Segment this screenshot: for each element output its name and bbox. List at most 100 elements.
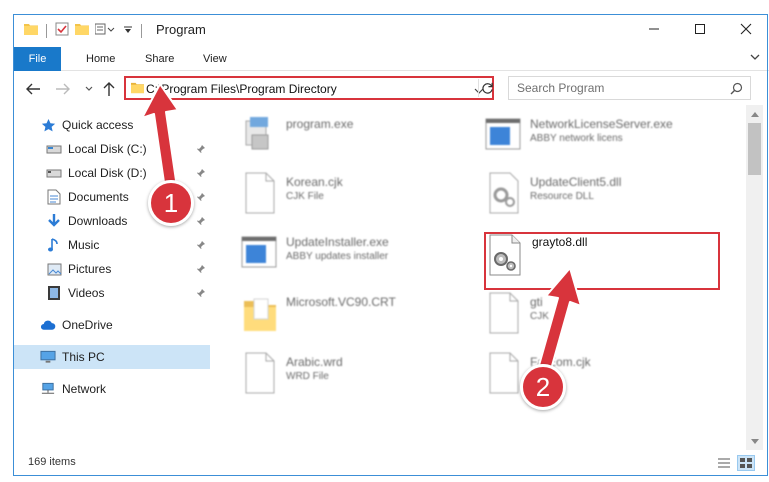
address-row: C:\Program Files\Program Directory (14, 72, 769, 105)
pin-icon[interactable] (196, 191, 206, 205)
file-type: ABBY updates installer (286, 251, 389, 262)
file-name: Microsoft.VC90.CRT (286, 295, 396, 309)
nav-local-disk-c[interactable]: Local Disk (C:) (14, 137, 210, 161)
properties-icon[interactable] (55, 22, 69, 39)
nav-videos[interactable]: Videos (14, 281, 210, 305)
list-item[interactable]: program.exe (240, 111, 480, 161)
tab-view[interactable]: View (203, 47, 227, 71)
view-switcher (715, 455, 755, 471)
folder-icon (240, 291, 280, 335)
nav-label: Documents (68, 190, 129, 204)
nav-label: OneDrive (62, 318, 113, 332)
exe-icon (240, 113, 280, 157)
address-bar[interactable]: C:\Program Files\Program Directory (124, 76, 494, 100)
nav-this-pc[interactable]: This PC (14, 345, 210, 369)
folder-icon (131, 81, 144, 97)
nav-label: Local Disk (D:) (68, 166, 147, 180)
blank-file-icon (240, 171, 280, 215)
nav-quick-access[interactable]: Quick access (14, 113, 210, 137)
blank-file-icon (484, 351, 524, 395)
music-icon (46, 237, 62, 253)
pin-icon[interactable] (196, 167, 206, 181)
file-name: UpdateClient5.dll (530, 175, 622, 189)
list-item[interactable]: Korean.cjk CJK File (240, 169, 480, 219)
tiles-view-button[interactable] (737, 455, 755, 471)
list-item[interactable]: UpdateInstaller.exe ABBY updates install… (240, 229, 480, 279)
folder-icon (24, 23, 38, 38)
title-bar: Program (0, 0, 769, 44)
maximize-button[interactable] (677, 14, 723, 44)
step-marker-1: 1 (148, 180, 194, 226)
file-name: NetworkLicenseServer.exe (530, 117, 673, 131)
nav-label: Downloads (68, 214, 128, 228)
pin-icon[interactable] (196, 215, 206, 229)
search-input[interactable] (517, 80, 717, 96)
scroll-up-button[interactable] (746, 105, 763, 122)
item-count: 169 items (28, 456, 76, 468)
vertical-scrollbar[interactable] (746, 105, 763, 450)
list-item[interactable]: UpdateClient5.dll Resource DLL (484, 169, 724, 219)
search-icon[interactable] (730, 82, 743, 98)
minimize-button[interactable] (631, 14, 677, 44)
list-item[interactable]: Arabic.wrd WRD File (240, 349, 480, 399)
toolbar-divider (141, 23, 142, 38)
up-button[interactable] (100, 80, 118, 98)
back-button[interactable] (24, 80, 42, 98)
nav-network[interactable]: Network (14, 377, 210, 401)
status-bar: 169 items (14, 450, 769, 476)
customize-toolbar-icon[interactable] (94, 23, 117, 38)
close-button[interactable] (723, 14, 769, 44)
videos-icon (46, 285, 62, 301)
ribbon-tabs: File Home Share View (14, 44, 769, 71)
list-item[interactable]: NetworkLicenseServer.exe ABBY network li… (484, 111, 724, 161)
quick-access-toolbar (24, 22, 144, 39)
forward-button[interactable] (54, 80, 72, 98)
nav-label: Music (68, 238, 100, 252)
tab-share[interactable]: Share (145, 47, 174, 71)
app-window-icon (484, 113, 524, 157)
app-window-icon (240, 231, 280, 275)
file-name: Arabic.wrd (286, 355, 343, 369)
nav-label: Local Disk (C:) (68, 142, 147, 156)
nav-label: Network (62, 382, 107, 396)
pin-icon[interactable] (196, 263, 206, 277)
computer-icon (40, 349, 56, 365)
file-type: ABBY network licens (530, 133, 623, 144)
file-type: Resource DLL (530, 191, 594, 202)
dropdown-arrow-icon[interactable] (123, 24, 133, 38)
navigation-pane: Quick access Local Disk (C:) Local Disk … (14, 105, 210, 450)
toolbar-divider (46, 23, 47, 38)
chevron-down-icon[interactable] (749, 51, 761, 65)
file-name: gti (530, 295, 543, 309)
nav-pictures[interactable]: Pictures (14, 257, 210, 281)
recent-locations-button[interactable] (80, 80, 98, 98)
window-controls (631, 14, 769, 44)
tab-file[interactable]: File (14, 47, 61, 71)
blank-file-icon (240, 351, 280, 395)
new-folder-icon[interactable] (75, 23, 89, 38)
details-view-button[interactable] (715, 455, 733, 471)
pin-icon[interactable] (196, 239, 206, 253)
scroll-down-button[interactable] (746, 433, 763, 450)
refresh-button[interactable] (478, 79, 496, 97)
list-item[interactable]: Microsoft.VC90.CRT (240, 289, 480, 339)
scrollbar-thumb[interactable] (748, 123, 761, 175)
drive-icon (46, 165, 62, 181)
address-path: C:\Program Files\Program Directory (146, 82, 337, 96)
blank-file-icon (484, 291, 524, 335)
nav-music[interactable]: Music (14, 233, 210, 257)
pin-icon[interactable] (196, 287, 206, 301)
step-marker-2: 2 (520, 364, 566, 410)
list-item[interactable]: gti CJK (484, 289, 724, 339)
nav-onedrive[interactable]: OneDrive (14, 313, 210, 337)
file-name: UpdateInstaller.exe (286, 235, 389, 249)
pictures-icon (46, 261, 62, 277)
pin-icon[interactable] (196, 143, 206, 157)
search-box[interactable] (508, 76, 751, 100)
window-title: Program (156, 22, 206, 37)
tab-home[interactable]: Home (86, 47, 115, 71)
cloud-icon (40, 317, 56, 333)
file-type: CJK (530, 311, 549, 322)
file-type: WRD File (286, 371, 329, 382)
target-file-highlight (484, 232, 720, 290)
